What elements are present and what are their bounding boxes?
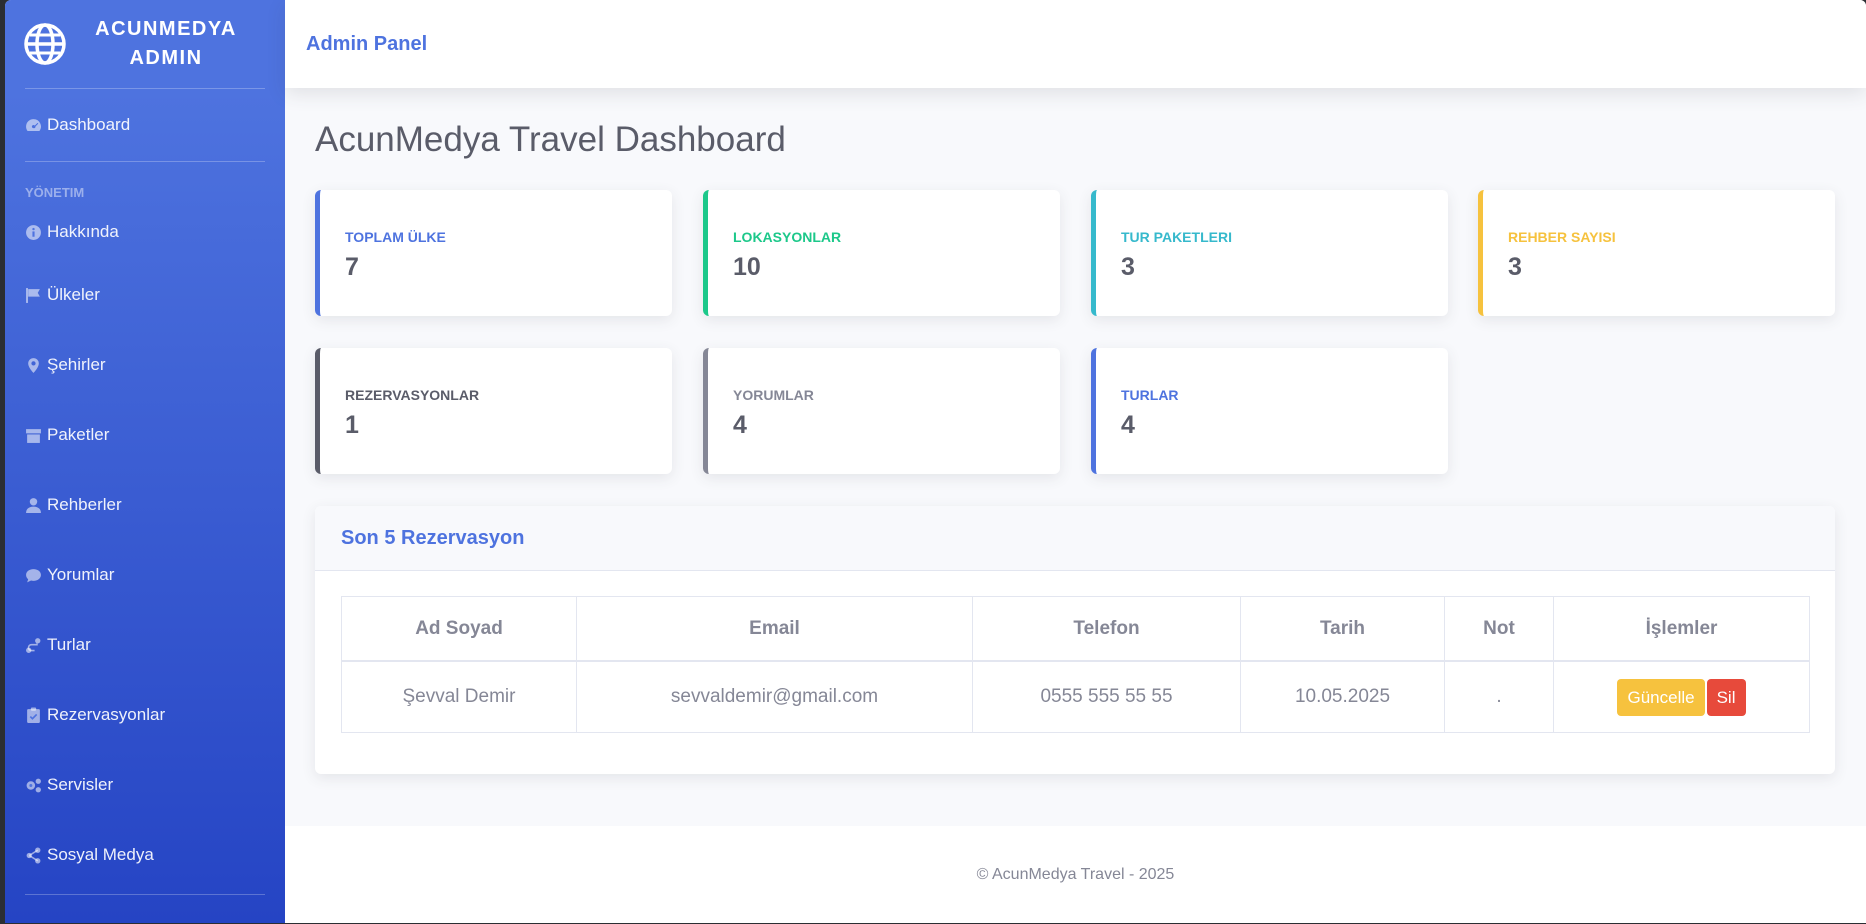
sidebar-item-label: Dashboard <box>47 115 131 134</box>
sidebar-item-sosyal-medya[interactable]: Sosyal Medya <box>5 820 285 890</box>
reservations-panel-title: Son 5 Rezervasyon <box>315 506 1835 571</box>
column-header: Tarih <box>1240 596 1445 662</box>
column-header: Telefon <box>972 596 1241 662</box>
sidebar-divider <box>25 894 265 895</box>
table-header-row: Ad Soyad Email Telefon Tarih Not İşlemle… <box>341 596 1810 662</box>
stat-card-label: TUR PAKETLERI <box>1121 229 1232 245</box>
stat-card-tur-paketleri: TUR PAKETLERI 3 <box>1091 190 1448 316</box>
stat-card-yorumlar: YORUMLAR 4 <box>703 348 1060 474</box>
sidebar-item-dashboard[interactable]: Dashboard <box>5 89 285 161</box>
sidebar-item-paketler[interactable]: Paketler <box>5 400 285 470</box>
sidebar-item-label: Şehirler <box>47 355 106 374</box>
update-button[interactable]: Güncelle <box>1617 678 1705 716</box>
sidebar-item-ulkeler[interactable]: Ülkeler <box>5 260 285 330</box>
reservations-panel: Son 5 Rezervasyon Ad Soyad Email Telefon… <box>315 506 1835 774</box>
column-header: İşlemler <box>1553 596 1810 662</box>
footer: © AcunMedya Travel - 2025 <box>285 826 1866 923</box>
sidebar-item-label: Turlar <box>47 635 91 654</box>
stat-card-value: 1 <box>345 411 359 439</box>
sidebar-item-label: Yorumlar <box>47 565 115 584</box>
flag-icon <box>26 287 40 303</box>
stat-card-value: 4 <box>733 411 747 439</box>
sidebar-item-turlar[interactable]: Turlar <box>5 610 285 680</box>
sidebar-divider <box>25 161 265 162</box>
sidebar-item-label: Rehberler <box>47 495 122 514</box>
cell-email: sevvaldemir@gmail.com <box>576 660 973 733</box>
user-tie-icon <box>26 497 41 513</box>
stat-card-label: TURLAR <box>1121 387 1179 403</box>
column-header: Email <box>576 596 973 662</box>
info-icon <box>26 224 41 240</box>
map-marker-icon <box>28 357 39 373</box>
stat-card-label: LOKASYONLAR <box>733 229 842 245</box>
sidebar-item-servisler[interactable]: Servisler <box>5 750 285 820</box>
cogs-icon <box>26 778 41 792</box>
sidebar-item-label: Ülkeler <box>47 285 100 304</box>
cell-phone: 0555 555 55 55 <box>972 660 1241 733</box>
topbar-title[interactable]: Admin Panel <box>306 33 427 56</box>
tachometer-icon <box>26 118 41 131</box>
table-row: Şevval Demir sevvaldemir@gmail.com 0555 … <box>341 660 1810 733</box>
sidebar-item-yorumlar[interactable]: Yorumlar <box>5 540 285 610</box>
cell-actions: Güncelle Sil <box>1553 660 1810 733</box>
stat-card-value: 3 <box>1508 253 1522 281</box>
comment-icon <box>26 568 41 582</box>
share-icon <box>26 847 41 863</box>
sidebar: ACUNMEDYA ADMIN Dashboard YÖNETIM Hakkın… <box>5 0 285 923</box>
route-icon <box>26 637 41 653</box>
globe-icon <box>24 23 66 65</box>
cell-date: 10.05.2025 <box>1240 660 1445 733</box>
sidebar-item-sehirler[interactable]: Şehirler <box>5 330 285 400</box>
page-title: AcunMedya Travel Dashboard <box>315 120 786 159</box>
cell-name: Şevval Demir <box>341 660 577 733</box>
sidebar-heading: YÖNETIM <box>25 185 85 200</box>
sidebar-item-label: Servisler <box>47 775 114 794</box>
stat-card-value: 3 <box>1121 253 1135 281</box>
sidebar-item-label: Sosyal Medya <box>47 845 154 864</box>
clipboard-check-icon <box>27 707 40 723</box>
sidebar-item-hakkinda[interactable]: Hakkında <box>5 204 285 260</box>
stat-card-toplam-ulke: TOPLAM ÜLKE 7 <box>315 190 672 316</box>
delete-button[interactable]: Sil <box>1706 678 1746 716</box>
stat-card-label: REZERVASYONLAR <box>345 387 480 403</box>
cell-note: . <box>1444 660 1554 733</box>
stat-card-value: 10 <box>733 253 761 281</box>
reservations-table: Ad Soyad Email Telefon Tarih Not İşlemle… <box>341 596 1810 733</box>
sidebar-item-rehberler[interactable]: Rehberler <box>5 470 285 540</box>
stat-card-label: YORUMLAR <box>733 387 814 403</box>
sidebar-item-label: Hakkında <box>47 222 119 241</box>
column-header: Ad Soyad <box>341 596 577 662</box>
stat-card-value: 4 <box>1121 411 1135 439</box>
column-header: Not <box>1444 596 1554 662</box>
stat-card-rehber-sayisi: REHBER SAYISI 3 <box>1478 190 1835 316</box>
sidebar-item-label: Rezervasyonlar <box>47 705 166 724</box>
stat-card-value: 7 <box>345 253 359 281</box>
sidebar-item-label: Paketler <box>47 425 110 444</box>
stat-card-label: TOPLAM ÜLKE <box>345 229 446 245</box>
sidebar-item-rezervasyonlar[interactable]: Rezervasyonlar <box>5 680 285 750</box>
stat-card-rezervasyonlar: REZERVASYONLAR 1 <box>315 348 672 474</box>
footer-text: © AcunMedya Travel - 2025 <box>976 866 1175 883</box>
stat-card-turlar: TURLAR 4 <box>1091 348 1448 474</box>
topbar: Admin Panel <box>285 0 1866 88</box>
stat-card-label: REHBER SAYISI <box>1508 229 1616 245</box>
sidebar-brand[interactable]: ACUNMEDYA ADMIN <box>5 0 285 88</box>
box-icon <box>26 428 41 443</box>
brand-title: ACUNMEDYA ADMIN <box>95 18 237 69</box>
app-window: ACUNMEDYA ADMIN Dashboard YÖNETIM Hakkın… <box>5 0 1866 923</box>
stat-card-lokasyonlar: LOKASYONLAR 10 <box>703 190 1060 316</box>
